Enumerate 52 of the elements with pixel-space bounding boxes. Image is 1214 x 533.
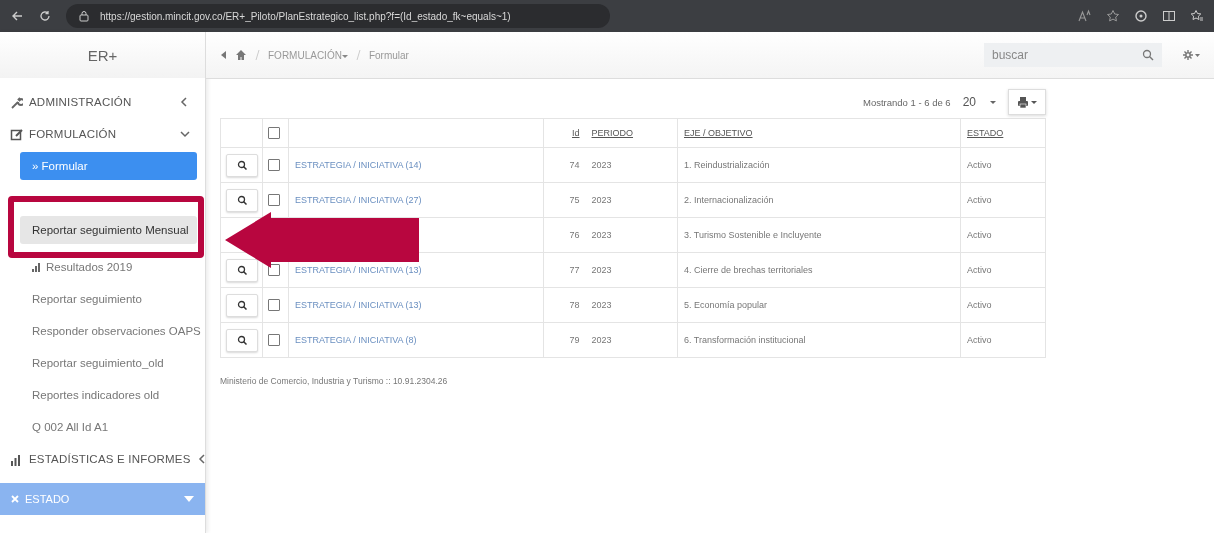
table-cell-text: 2023 (591, 300, 612, 310)
column-header[interactable]: Id (572, 128, 580, 138)
table-cell-text: 2. Internacionalización (684, 195, 774, 205)
menu-section[interactable]: FORMULACIÓN (0, 118, 205, 150)
menu-section[interactable]: ADMINISTRACIÓN (0, 86, 205, 118)
table-cell-text: 1. Reindustrialización (684, 160, 770, 170)
table-cell-text: Activo (967, 230, 992, 240)
menu-item[interactable]: Reportar seguimiento Mensual (20, 216, 197, 244)
table-cell-text: Activo (967, 335, 992, 345)
menu-section[interactable]: ESTADÍSTICAS E INFORMES (0, 443, 205, 475)
menu-item[interactable]: » Formular (20, 152, 197, 180)
address-bar[interactable]: https://gestion.mincit.gov.co/ER+_Piloto/PlanEstrategico_list.php?f=(Id_estado_fk~equals~1) (66, 4, 610, 28)
url-text: https://gestion.mincit.gov.co/ER+_Piloto/PlanEstrategico_list.php?f=(Id_estado_fk~equals~1) (100, 10, 511, 22)
record-count: Mostrando 1 - 6 de 6 (862, 96, 951, 108)
table-cell-text: 75 (569, 195, 580, 205)
menu-item[interactable]: Reportar seguimiento (20, 285, 197, 313)
table-cell-text: 2023 (591, 195, 612, 205)
table-cell-text: 74 (569, 160, 580, 170)
table-cell-text: 5. Economía popular (684, 300, 768, 310)
menu-item[interactable]: Reportar seguimiento_old (20, 349, 197, 377)
menu-item[interactable]: Q 002 All Id A1 (20, 413, 197, 441)
page-size-select[interactable]: 20 (958, 95, 1000, 109)
breadcrumb-link[interactable]: FORMULACIÓN (268, 49, 348, 61)
breadcrumb-current: Formular (368, 49, 409, 61)
record-link[interactable]: ESTRATEGIA / INICIATIVA (13) (295, 300, 422, 310)
table-cell-text: 6. Transformación institucional (684, 335, 806, 345)
table-cell-text: Activo (967, 160, 992, 170)
table-cell-text: 78 (569, 300, 580, 310)
table-cell-text: 2023 (591, 230, 612, 240)
table-cell-text: Activo (967, 265, 992, 275)
table-cell-text: 3. Turismo Sostenible e Incluyente (684, 230, 822, 240)
table-cell-text: Activo (967, 300, 992, 310)
brand-title: ER+ (0, 32, 205, 78)
table-cell-text: 76 (569, 230, 580, 240)
column-header[interactable]: EJE / OBJETIVO (684, 128, 753, 138)
record-link[interactable]: ESTRATEGIA / INICIATIVA (13) (295, 265, 422, 275)
menu-item[interactable]: Resultados 2019 (20, 253, 197, 281)
table-cell-text: 4. Cierre de brechas territoriales (684, 265, 813, 275)
record-link[interactable]: ESTRATEGIA / INICIATIVA (8) (295, 335, 417, 345)
search-field[interactable]: buscar (984, 43, 1162, 67)
table-cell-text: 79 (569, 335, 580, 345)
menu-item[interactable]: Reportes indicadores old (20, 381, 197, 409)
table-cell-text: 77 (569, 265, 580, 275)
record-link[interactable]: ESTRATEGIA / INICIATIVA (14) (295, 160, 422, 170)
table-cell-text: 2023 (591, 265, 612, 275)
record-link[interactable]: ESTRATEGIA / INICIATIVA (27) (295, 195, 422, 205)
table-cell-text: 2023 (591, 335, 612, 345)
column-header[interactable]: ESTADO (967, 128, 1004, 138)
footer-text: Ministerio de Comercio, Industria y Turismo :: 10.91.2304.26 (220, 376, 449, 386)
table-cell-text: Activo (967, 195, 992, 205)
column-header[interactable]: PERIODO (591, 128, 633, 138)
table-cell-text: 2023 (591, 160, 612, 170)
